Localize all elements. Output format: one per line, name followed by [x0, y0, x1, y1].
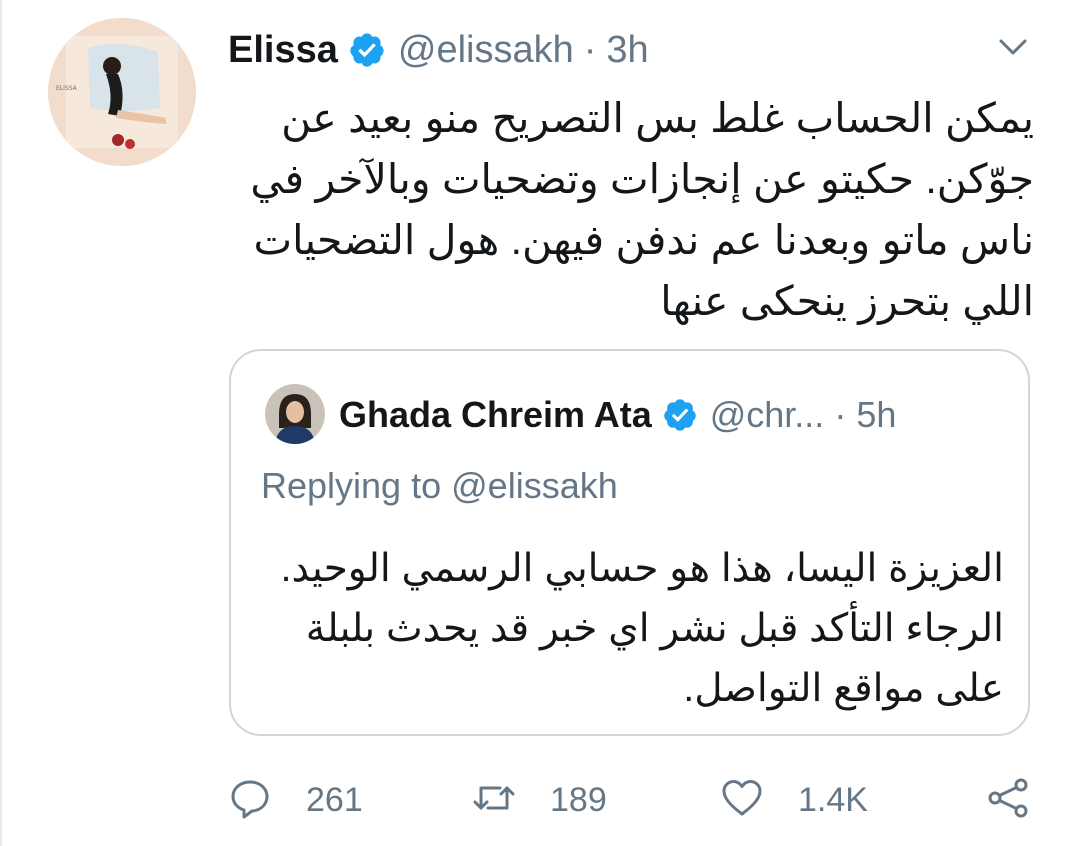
quoted-text-line: الرجاء التأكد قبل نشر اي خبر قد يحدث بلب…	[305, 607, 1004, 650]
share-button[interactable]	[986, 772, 1030, 828]
quoted-tweet-text: العزيزة اليسا، هذا هو حسابي الرسمي الوحي…	[261, 539, 1004, 719]
tweet-text-line: ناس ماتو وبعدنا عم ندفن فيهن. هول التضحي…	[253, 217, 1034, 263]
tweet-text-line: جوّكن. حكيتو عن إنجازات وتضحيات وبالآخر …	[250, 156, 1034, 202]
reply-count: 261	[306, 780, 363, 819]
retweet-button[interactable]: 189	[472, 772, 607, 828]
quoted-text-line: على مواقع التواصل.	[683, 667, 1004, 710]
left-edge-divider	[0, 0, 2, 846]
heart-icon	[720, 776, 764, 825]
replying-to-line: Replying to @elissakh	[261, 465, 618, 507]
quoted-avatar-image	[265, 384, 325, 444]
verified-badge-icon	[348, 31, 386, 69]
share-icon	[986, 776, 1030, 825]
quoted-tweet-header: Ghada Chreim Ata @chr... · 5h	[339, 387, 896, 443]
quoted-text-line: العزيزة اليسا، هذا هو حسابي الرسمي الوحي…	[280, 547, 1004, 590]
like-button[interactable]: 1.4K	[720, 772, 868, 828]
verified-badge-icon	[662, 397, 698, 433]
avatar-logo-text: ELISSA	[56, 85, 78, 92]
quoted-tweet-card[interactable]: Ghada Chreim Ata @chr... · 5h Replying t…	[229, 349, 1030, 736]
reply-button[interactable]: 261	[228, 772, 363, 828]
tweet-text-line: اللي بتحرز ينحكى عنها	[660, 278, 1034, 324]
quoted-author-name[interactable]: Ghada Chreim Ata	[339, 394, 652, 436]
retweet-count: 189	[550, 780, 607, 819]
quoted-tweet-timestamp[interactable]: 5h	[856, 394, 896, 436]
retweet-icon	[472, 776, 516, 825]
quoted-author-avatar[interactable]	[265, 384, 325, 444]
author-avatar[interactable]: ELISSA	[48, 18, 196, 166]
tweet-header: Elissa @elissakh · 3h	[228, 24, 649, 76]
header-separator: ·	[583, 28, 597, 71]
tweet-text: يمكن الحساب غلط بس التصريح منو بعيد عن ج…	[228, 88, 1034, 332]
tweet-timestamp[interactable]: 3h	[606, 29, 648, 72]
chevron-down-icon[interactable]	[998, 36, 1028, 58]
tweet-actions-bar: 261 189 1.4K	[228, 772, 1034, 828]
like-count: 1.4K	[798, 780, 868, 819]
author-handle[interactable]: @elissakh	[398, 29, 574, 72]
author-name[interactable]: Elissa	[228, 29, 338, 72]
replying-to-mention[interactable]: @elissakh	[451, 465, 618, 506]
tweet-text-line: يمكن الحساب غلط بس التصريح منو بعيد عن	[281, 95, 1034, 141]
replying-to-prefix: Replying to	[261, 465, 442, 506]
quoted-author-handle[interactable]: @chr...	[710, 394, 825, 436]
quoted-header-separator: ·	[834, 394, 847, 435]
reply-icon	[228, 776, 272, 825]
avatar-image: ELISSA	[48, 18, 196, 166]
